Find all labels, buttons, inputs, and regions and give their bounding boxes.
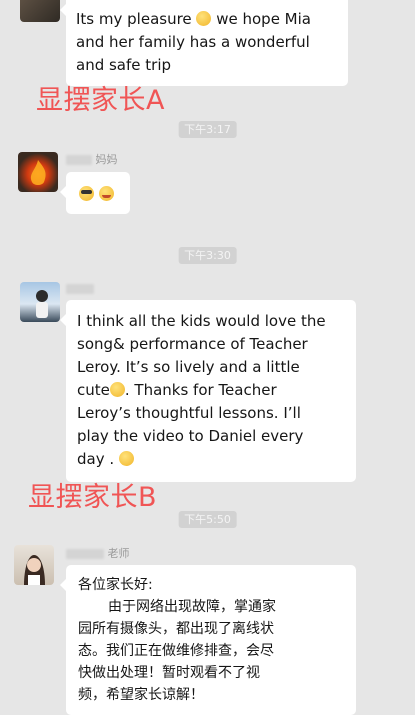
message-bubble: Its my pleasure we hope Mia and her fami…	[60, 0, 348, 86]
overlay-label-a: 显摆家长A	[36, 85, 165, 116]
timestamp: 下午3:30	[178, 247, 237, 264]
fire-icon	[30, 160, 46, 185]
message-text: I think all the kids would love the	[77, 312, 326, 330]
avatar[interactable]	[18, 152, 58, 192]
overlay-label-b: 显摆家长B	[28, 482, 158, 513]
smile-emoji	[99, 186, 114, 201]
message-text: Its my pleasure	[76, 10, 192, 28]
message-text: and safe trip	[76, 56, 172, 74]
message-bubble	[60, 172, 130, 214]
message-text: 园所有摄像头，都出现了离线状	[78, 621, 274, 637]
message-bubble: I think all the kids would love the song…	[60, 300, 356, 482]
message-text: Leroy’s thoughtful lessons. I’ll	[77, 404, 301, 422]
smile-emoji	[109, 382, 125, 397]
message-text: 态。我们正在做维修排查，会尽	[78, 643, 274, 659]
message-text: we hope Mia	[216, 10, 311, 28]
person-icon	[24, 555, 45, 585]
message-text: 由于网络出现故障，掌通家	[108, 599, 276, 615]
timestamp: 下午3:17	[178, 121, 237, 138]
avatar[interactable]	[20, 0, 60, 22]
person-icon	[36, 290, 48, 318]
sender-name: 妈妈	[66, 151, 118, 167]
smile-emoji	[118, 451, 134, 466]
message-text: 各位家长好:	[78, 577, 153, 593]
timestamp: 下午5:50	[178, 511, 237, 528]
message-text: Leroy. It’s so lively and a little	[77, 358, 300, 376]
smile-emoji	[196, 11, 212, 26]
avatar[interactable]	[20, 282, 60, 322]
message-text: . Thanks for Teacher	[124, 381, 277, 399]
message-text: play the video to Daniel every	[77, 427, 304, 445]
message-text: cute	[77, 381, 110, 399]
message-bubble: 各位家长好: 由于网络出现故障，掌通家 园所有摄像头，都出现了离线状 态。我们正…	[60, 565, 356, 715]
message-text: 频，希望家长谅解！	[78, 687, 204, 703]
sunglasses-emoji	[79, 186, 94, 201]
sender-name: 老师	[66, 545, 130, 561]
message-text: 快做出处理！暂时观看不了视	[78, 665, 260, 681]
message-text: day .	[77, 450, 115, 468]
message-text: and her family has a wonderful	[76, 33, 310, 51]
message-text: song& performance of Teacher	[77, 335, 308, 353]
sender-name	[66, 282, 94, 295]
avatar[interactable]	[14, 545, 54, 585]
